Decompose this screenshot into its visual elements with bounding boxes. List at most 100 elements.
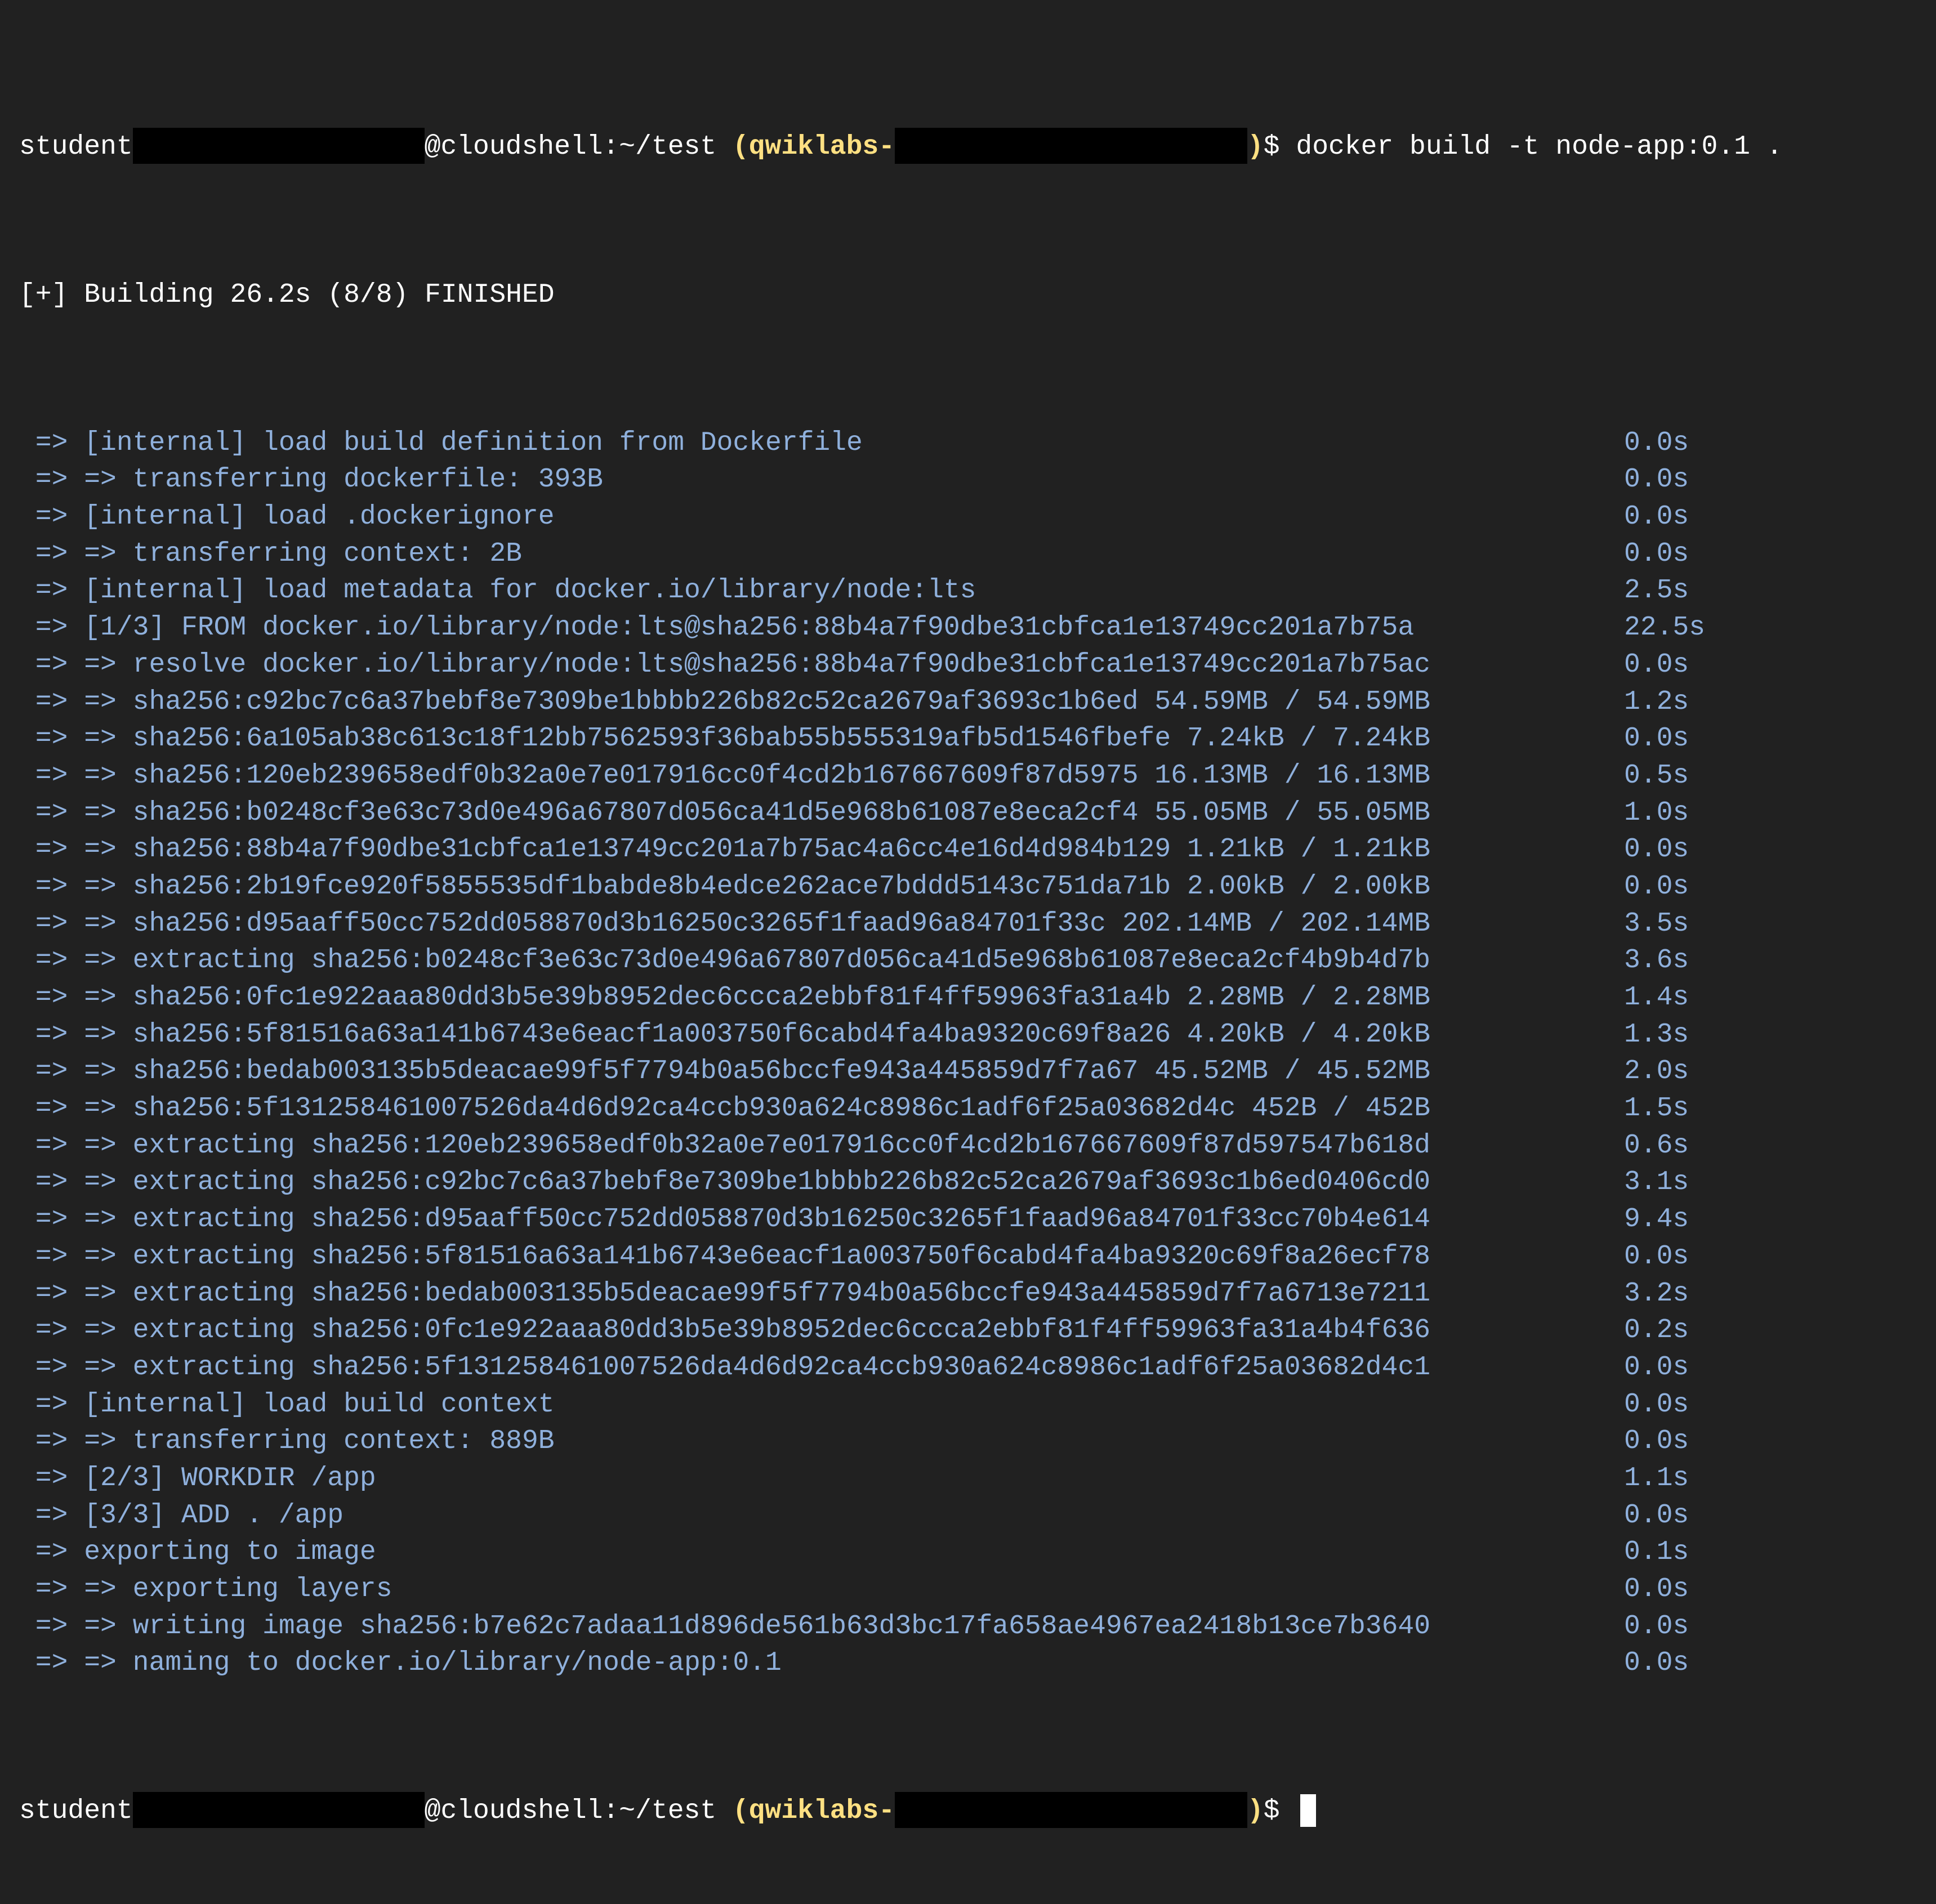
prompt-project-open: (qwiklabs-: [732, 132, 895, 163]
build-step-line: => => extracting sha256:d95aaff50cc752dd…: [19, 1201, 1936, 1239]
terminal-window[interactable]: student @cloudshell:~/test (qwiklabs-)$ d…: [0, 0, 1936, 1829]
step-duration: 22.5s: [1624, 613, 1706, 643]
build-step-line: => [3/3] ADD . /app 0.0s: [19, 1498, 1936, 1535]
step-text: => [2/3] WORKDIR /app: [19, 1463, 376, 1494]
step-text: => => sha256:2b19fce920f5855535df1babde8…: [19, 871, 1431, 902]
build-step-line: => => exporting layers 0.0s: [19, 1571, 1936, 1608]
prompt-host-path: @cloudshell:~/test: [424, 1796, 733, 1827]
step-text: => [internal] load metadata for docker.i…: [19, 575, 976, 606]
step-text: => => extracting sha256:d95aaff50cc752dd…: [19, 1204, 1431, 1235]
build-step-line: => => extracting sha256:bedab003135b5dea…: [19, 1276, 1936, 1313]
build-step-line: => [internal] load .dockerignore 0.0s: [19, 499, 1936, 536]
command-text: docker build -t node-app:0.1 .: [1296, 132, 1783, 163]
step-text: => => writing image sha256:b7e62c7adaa11…: [19, 1611, 1431, 1642]
step-text: => exporting to image: [19, 1537, 376, 1568]
build-step-line: => => resolve docker.io/library/node:lts…: [19, 647, 1936, 684]
step-duration: 2.5s: [1624, 575, 1689, 606]
step-duration: 0.5s: [1624, 760, 1689, 791]
build-step-line: => => sha256:c92bc7c6a37bebf8e7309be1bbb…: [19, 684, 1936, 721]
build-step-line: => => transferring dockerfile: 393B 0.0s: [19, 462, 1936, 499]
prompt-user: student: [19, 1796, 133, 1827]
step-duration: 0.0s: [1624, 464, 1689, 495]
build-step-line: => => sha256:5f131258461007526da4d6d92ca…: [19, 1090, 1936, 1128]
step-text: => => sha256:88b4a7f90dbe31cbfca1e13749c…: [19, 834, 1431, 865]
step-duration: 0.0s: [1624, 538, 1689, 569]
terminal-cursor[interactable]: [1300, 1794, 1317, 1827]
prompt-line-1: student @cloudshell:~/test (qwiklabs-)$ d…: [19, 128, 1936, 166]
build-step-line: => exporting to image 0.1s: [19, 1534, 1936, 1571]
prompt-line-2[interactable]: student @cloudshell:~/test (qwiklabs-)$: [19, 1792, 1936, 1830]
step-text: => => sha256:6a105ab38c613c18f12bb756259…: [19, 723, 1431, 754]
step-duration: 0.0s: [1624, 427, 1689, 458]
build-step-line: => [1/3] FROM docker.io/library/node:lts…: [19, 610, 1936, 647]
step-duration: 0.0s: [1624, 1611, 1689, 1642]
step-text: => => sha256:120eb239658edf0b32a0e7e0179…: [19, 760, 1431, 791]
step-text: => => transferring context: 2B: [19, 538, 522, 569]
step-text: => => extracting sha256:5f13125846100752…: [19, 1352, 1431, 1383]
step-duration: 9.4s: [1624, 1204, 1689, 1235]
build-step-line: => => sha256:88b4a7f90dbe31cbfca1e13749c…: [19, 832, 1936, 869]
build-step-line: => => naming to docker.io/library/node-a…: [19, 1645, 1936, 1682]
step-duration: 0.0s: [1624, 649, 1689, 680]
build-step-line: => => transferring context: 889B 0.0s: [19, 1423, 1936, 1460]
step-text: => => sha256:d95aaff50cc752dd058870d3b16…: [19, 908, 1431, 939]
step-text: => => transferring dockerfile: 393B: [19, 464, 603, 495]
build-step-line: => => sha256:6a105ab38c613c18f12bb756259…: [19, 721, 1936, 758]
step-duration: 1.2s: [1624, 686, 1689, 717]
build-step-line: => [internal] load build definition from…: [19, 425, 1936, 462]
prompt-project-close: ): [1247, 132, 1264, 163]
step-text: => => transferring context: 889B: [19, 1426, 555, 1457]
step-duration: 0.0s: [1624, 1500, 1689, 1531]
step-duration: 3.5s: [1624, 908, 1689, 939]
step-duration: 0.6s: [1624, 1130, 1689, 1161]
build-step-line: => => extracting sha256:c92bc7c6a37bebf8…: [19, 1164, 1936, 1201]
step-duration: 0.2s: [1624, 1315, 1689, 1346]
step-text: => [3/3] ADD . /app: [19, 1500, 344, 1531]
build-step-line: => => sha256:bedab003135b5deacae99f5f779…: [19, 1053, 1936, 1090]
step-duration: 0.0s: [1624, 1648, 1689, 1679]
step-text: => => resolve docker.io/library/node:lts…: [19, 649, 1431, 680]
prompt-project-open: (qwiklabs-: [732, 1796, 895, 1827]
step-duration: 0.0s: [1624, 1574, 1689, 1605]
redacted-username: [132, 1792, 425, 1829]
redacted-username: [132, 128, 425, 164]
build-step-line: => => extracting sha256:0fc1e922aaa80dd3…: [19, 1312, 1936, 1349]
build-header: [+] Building 26.2s (8/8) FINISHED: [19, 279, 555, 310]
step-duration: 1.4s: [1624, 982, 1689, 1013]
step-duration: 2.0s: [1624, 1056, 1689, 1087]
build-step-line: => => sha256:0fc1e922aaa80dd3b5e39b8952d…: [19, 980, 1936, 1017]
build-step-line: => => sha256:d95aaff50cc752dd058870d3b16…: [19, 906, 1936, 943]
step-text: => [internal] load build definition from…: [19, 427, 863, 458]
build-step-line: => => sha256:120eb239658edf0b32a0e7e0179…: [19, 758, 1936, 795]
step-duration: 3.1s: [1624, 1167, 1689, 1198]
build-step-line: => [2/3] WORKDIR /app 1.1s: [19, 1460, 1936, 1498]
step-duration: 3.2s: [1624, 1278, 1689, 1309]
prompt-host-path: @cloudshell:~/test: [424, 132, 733, 163]
step-text: => => extracting sha256:b0248cf3e63c73d0…: [19, 945, 1431, 976]
build-step-line: => => extracting sha256:b0248cf3e63c73d0…: [19, 942, 1936, 980]
step-duration: 1.5s: [1624, 1093, 1689, 1124]
step-text: => => extracting sha256:0fc1e922aaa80dd3…: [19, 1315, 1431, 1346]
step-duration: 0.1s: [1624, 1537, 1689, 1568]
step-duration: 0.0s: [1624, 1389, 1689, 1420]
build-step-line: => => sha256:2b19fce920f5855535df1babde8…: [19, 869, 1936, 906]
step-text: => => sha256:c92bc7c6a37bebf8e7309be1bbb…: [19, 686, 1431, 717]
step-text: => => sha256:5f131258461007526da4d6d92ca…: [19, 1093, 1431, 1124]
step-text: => => naming to docker.io/library/node-a…: [19, 1648, 782, 1679]
build-step-line: => => extracting sha256:120eb239658edf0b…: [19, 1128, 1936, 1165]
step-text: => => sha256:b0248cf3e63c73d0e496a67807d…: [19, 797, 1431, 828]
build-step-line: => => sha256:5f81516a63a141b6743e6eacf1a…: [19, 1017, 1936, 1054]
step-duration: 0.0s: [1624, 502, 1689, 533]
step-text: => [internal] load .dockerignore: [19, 502, 555, 533]
step-text: => => extracting sha256:c92bc7c6a37bebf8…: [19, 1167, 1431, 1198]
step-duration: 1.0s: [1624, 797, 1689, 828]
prompt-dollar: $: [1263, 132, 1296, 163]
step-text: => => extracting sha256:120eb239658edf0b…: [19, 1130, 1431, 1161]
step-text: => => exporting layers: [19, 1574, 392, 1605]
build-step-line: => => writing image sha256:b7e62c7adaa11…: [19, 1608, 1936, 1646]
build-step-line: => => sha256:b0248cf3e63c73d0e496a67807d…: [19, 795, 1936, 832]
step-duration: 0.0s: [1624, 1241, 1689, 1272]
step-text: => => sha256:0fc1e922aaa80dd3b5e39b8952d…: [19, 982, 1431, 1013]
step-duration: 0.0s: [1624, 1352, 1689, 1383]
step-duration: 1.3s: [1624, 1019, 1689, 1050]
